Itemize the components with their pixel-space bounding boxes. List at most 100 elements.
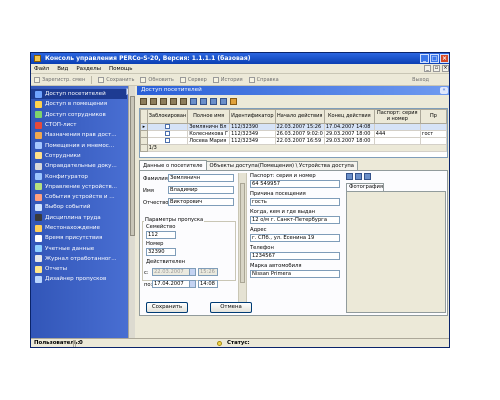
- menu-view[interactable]: Вид: [57, 66, 68, 72]
- table-row[interactable]: ▸ Земляничн Вл 112/32390 22.03.2007 15:26 17…: [140, 123, 447, 131]
- camera-icon[interactable]: [355, 173, 362, 180]
- address-field[interactable]: г. СПб., ул. Есенина 19: [250, 234, 340, 242]
- filter-icon[interactable]: [220, 97, 227, 105]
- surname-field[interactable]: Земляничн: [168, 174, 234, 182]
- sidebar-item[interactable]: СТОП-лист: [31, 120, 127, 130]
- save-button[interactable]: Сохранить: [146, 302, 188, 313]
- column-header-end[interactable]: Конец действия: [323, 109, 375, 124]
- server-button[interactable]: Сервер: [179, 76, 207, 83]
- user-value: 0: [79, 340, 83, 346]
- sidebar-item-label: Дисциплина труда: [45, 214, 101, 221]
- tab-photo[interactable]: Фотография: [346, 183, 384, 191]
- sidebar-item[interactable]: Доступ в помещения: [31, 99, 127, 109]
- import-icon[interactable]: [210, 97, 217, 105]
- sidebar-item-label: Дизайнер пропусков: [45, 276, 107, 283]
- patronymic-field[interactable]: Викторович: [168, 198, 234, 206]
- save-toolbar-button[interactable]: Сохранить: [98, 76, 134, 83]
- form-scrollbar[interactable]: [238, 173, 247, 313]
- number-field[interactable]: 32390: [146, 248, 176, 256]
- blocked-checkbox[interactable]: [164, 131, 170, 136]
- sidebar-item[interactable]: Помещения и мнемос...: [31, 140, 127, 150]
- number-label: Номер: [146, 241, 164, 247]
- sidebar-item[interactable]: Выбор событий: [31, 202, 127, 212]
- sidebar-scrollbar[interactable]: [128, 86, 135, 338]
- column-header-start[interactable]: Начало действия: [274, 109, 325, 124]
- title-bar: Консоль управления PERCo-S-20, Версия: 1…: [31, 53, 449, 64]
- add-visitor-icon[interactable]: [140, 97, 147, 105]
- name-field[interactable]: Владимир: [168, 186, 234, 194]
- sidebar-item[interactable]: Время присутствия: [31, 233, 127, 243]
- tab-visitor-data[interactable]: Данные о посетителе: [139, 160, 207, 170]
- block-icon[interactable]: [180, 97, 187, 105]
- cancel-button[interactable]: Отмена: [210, 302, 252, 313]
- from-time-field[interactable]: 15:26: [198, 268, 218, 276]
- date-dropdown-icon[interactable]: [189, 269, 195, 275]
- from-date-field[interactable]: 22.03.2007: [152, 268, 196, 276]
- panel-collapse-icon[interactable]: «: [440, 87, 448, 94]
- reference-button[interactable]: Справка: [248, 76, 279, 83]
- sidebar-item[interactable]: Управление устройств...: [31, 182, 127, 192]
- column-header-name[interactable]: Полное имя: [187, 109, 231, 124]
- car-field[interactable]: Nissan Primera: [250, 270, 340, 278]
- sidebar-item[interactable]: Доступ сотрудников: [31, 110, 127, 120]
- maximize-icon[interactable]: □: [430, 54, 439, 63]
- reason-field[interactable]: гость: [250, 198, 340, 206]
- sidebar-item[interactable]: Местонахождение: [31, 223, 127, 233]
- mdi-minimize-icon[interactable]: _: [424, 65, 431, 72]
- sidebar: Доступ посетителей Доступ в помещения Дост…: [31, 86, 135, 338]
- column-header-extra[interactable]: Пр: [419, 109, 447, 124]
- tab-access-objects[interactable]: Объекты доступа(Помещения) \ Устройства …: [205, 161, 358, 170]
- export-icon[interactable]: [200, 97, 207, 105]
- issued-field[interactable]: 12 о/м г. Санкт-Петербурга: [250, 216, 340, 224]
- sidebar-item[interactable]: Оправдательные доку...: [31, 161, 127, 171]
- print-icon[interactable]: [190, 97, 197, 105]
- menu-sections[interactable]: Разделы: [76, 66, 101, 72]
- refresh-button[interactable]: Обновить: [140, 76, 174, 83]
- sidebar-item[interactable]: Журнал отработанног...: [31, 254, 127, 264]
- sidebar-item[interactable]: Конфигуратор: [31, 171, 127, 181]
- exit-button[interactable]: Выход: [412, 77, 429, 83]
- date-dropdown-icon[interactable]: [189, 281, 195, 287]
- blocked-checkbox[interactable]: [164, 124, 170, 129]
- sidebar-item[interactable]: Дизайнер пропусков: [31, 274, 127, 284]
- blocked-checkbox[interactable]: [164, 138, 170, 143]
- column-header-blocked[interactable]: Заблокирован: [146, 109, 189, 124]
- close-icon[interactable]: ×: [440, 54, 449, 63]
- mdi-close-icon[interactable]: ×: [442, 65, 449, 72]
- to-time-field[interactable]: 14:08: [198, 280, 218, 288]
- menu-file[interactable]: Файл: [34, 66, 49, 72]
- sidebar-item[interactable]: Отчеты: [31, 264, 127, 274]
- load-photo-icon[interactable]: [346, 173, 353, 180]
- sidebar-item[interactable]: Дисциплина труда: [31, 213, 127, 223]
- table-row[interactable]: Колесникова Г 112/32349 26.03.2007 9:02:0 2…: [140, 130, 447, 138]
- mdi-restore-icon[interactable]: ▫: [433, 65, 440, 72]
- passport-field[interactable]: 64 549957: [250, 180, 340, 188]
- find-icon[interactable]: [230, 97, 237, 105]
- register-shift-button[interactable]: Зарегистр. смен: [34, 76, 85, 83]
- table-row[interactable]: Лосева Мария 112/32349 22.03.2007 16:59 29.…: [140, 137, 447, 145]
- column-header-id[interactable]: Идентификатор: [229, 109, 276, 124]
- minimize-icon[interactable]: _: [420, 54, 429, 63]
- delete-icon[interactable]: [150, 97, 157, 105]
- to-date-field[interactable]: 17.04.2007: [152, 280, 196, 288]
- form-scroll-thumb[interactable]: [240, 183, 245, 283]
- phone-field[interactable]: 1234567: [250, 252, 340, 260]
- status-bulb-icon: [217, 341, 222, 346]
- menu-help[interactable]: Помощь: [109, 66, 132, 72]
- sidebar-item[interactable]: Доступ посетителей: [31, 89, 127, 100]
- column-header-passport[interactable]: Паспорт: серия и номер: [373, 109, 421, 124]
- sidebar-item-label: Время присутствия: [45, 235, 103, 242]
- status-bar: Пользователь: 0 Статус:: [31, 338, 449, 347]
- family-field[interactable]: 112: [146, 231, 176, 239]
- sidebar-item[interactable]: Назначения прав дост...: [31, 130, 127, 140]
- sidebar-item[interactable]: Учетные данные: [31, 243, 127, 253]
- edit-icon[interactable]: [170, 97, 177, 105]
- sidebar-item[interactable]: Сотрудники: [31, 151, 127, 161]
- passport-cell: 444: [373, 130, 421, 138]
- history-button[interactable]: История: [212, 76, 243, 83]
- sidebar-item[interactable]: События устройств и ...: [31, 192, 127, 202]
- panel-header: Доступ посетителей «: [137, 86, 449, 95]
- copy-icon[interactable]: [160, 97, 167, 105]
- clear-photo-icon[interactable]: [364, 173, 371, 180]
- scroll-thumb[interactable]: [130, 96, 135, 236]
